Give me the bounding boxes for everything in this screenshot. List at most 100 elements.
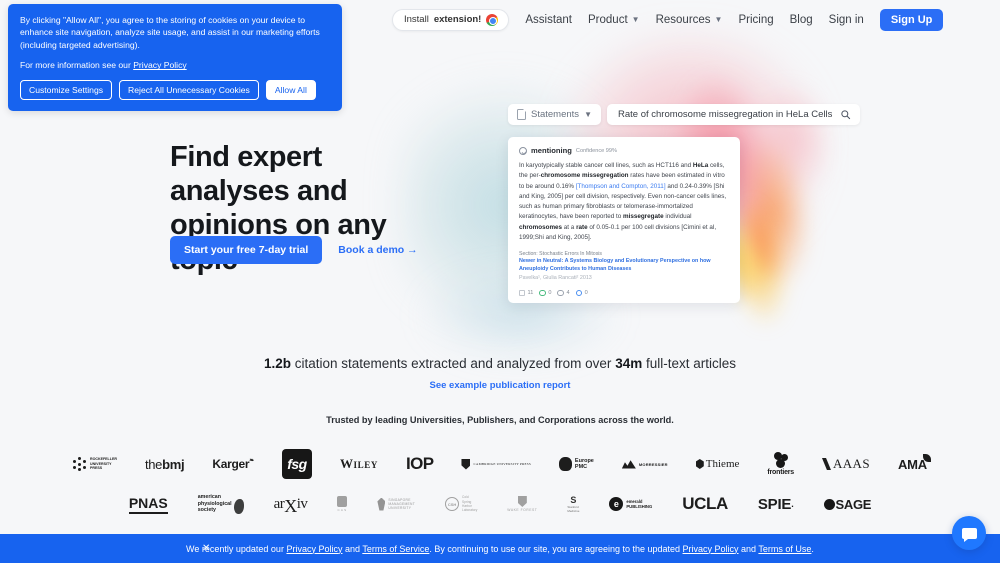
logo-text-post: iv xyxy=(296,495,308,512)
cshl-mark-icon: CSH xyxy=(445,497,460,511)
book-a-demo-link[interactable]: Book a demo → xyxy=(338,244,417,256)
statements-filter-label: Statements xyxy=(531,109,580,120)
product-search-row: Statements ▼ Rate of chromosome missegre… xyxy=(508,104,861,125)
start-free-trial-button[interactable]: Start your free 7-day trial xyxy=(170,236,323,264)
terms-of-use-link[interactable]: Terms of Use xyxy=(758,544,811,554)
logo-text: Cold Spring Harbor Laboratory xyxy=(462,495,478,513)
chat-glyph xyxy=(961,527,977,542)
logo-sage: SAGE xyxy=(823,497,871,512)
privacy-policy-link-1[interactable]: Privacy Policy xyxy=(286,544,342,554)
nav-item-product[interactable]: Product ▼ xyxy=(588,14,640,26)
nav-label: Blog xyxy=(789,13,813,26)
smu-mark-icon xyxy=(377,497,386,511)
statement-text: In karyotypically stable cancer cell lin… xyxy=(519,161,729,243)
logo-wiley: Wiley xyxy=(339,456,378,471)
morressier-mark-icon xyxy=(621,460,636,469)
logo-singapore-management-university: Singapore Management University xyxy=(377,497,416,511)
example-publication-report-link[interactable]: See example publication report xyxy=(0,380,1000,391)
terms-of-service-link[interactable]: Terms of Service xyxy=(362,544,429,554)
chevron-down-icon: ▼ xyxy=(714,14,723,24)
policy-part-2: and xyxy=(342,543,363,554)
logo-text: Singapore Management University xyxy=(388,497,416,511)
chat-bubble-icon[interactable] xyxy=(952,516,986,550)
stat-mid-text: citation statements extracted and analyz… xyxy=(291,356,616,371)
statement-result-card: mentioning Confidence 99% In karyotypica… xyxy=(508,137,740,303)
statement-text-fragment: at a xyxy=(562,223,577,231)
statement-text-fragment: HeLa xyxy=(692,162,709,169)
statement-badge-label: mentioning xyxy=(531,146,572,155)
statement-text-fragment: chromosome missegregation xyxy=(540,172,629,180)
europe-pmc-mark-icon xyxy=(558,457,572,471)
reject-cookies-button[interactable]: Reject All Unnecessary Cookies xyxy=(119,80,259,101)
nav-label: Sign in xyxy=(828,13,864,26)
logo-morressier: MORRESSIER xyxy=(621,460,668,469)
install-extension-button[interactable]: Install extension! xyxy=(392,8,510,31)
report-link-label: See example publication report xyxy=(429,380,571,391)
chevron-down-icon: ▼ xyxy=(584,109,592,119)
statement-text-fragment: missegregate xyxy=(622,213,664,221)
statement-paper-title[interactable]: Newer in Neutral: A Systems Biology and … xyxy=(519,258,729,274)
stat-value: 0 xyxy=(584,289,588,296)
cookie-consent-banner: By clicking "Allow All", you agree to th… xyxy=(8,4,342,112)
nav-label: Resources xyxy=(655,13,711,26)
logo-arxiv: ar Xiv xyxy=(273,494,308,516)
frontiers-mark-icon xyxy=(772,452,790,468)
cas-mark-icon xyxy=(337,495,348,507)
logo-text: frontiers xyxy=(767,469,794,476)
logo-american-physiological-society: american physiological society xyxy=(198,494,244,514)
close-icon[interactable]: ✕ xyxy=(202,543,210,554)
logo-emerald-publishing: e emerald PUBLISHING xyxy=(609,497,652,511)
nav-item-assistant[interactable]: Assistant xyxy=(525,14,572,26)
logo-wake-forest-university: Wake Forest xyxy=(507,496,537,512)
privacy-policy-link-2[interactable]: Privacy Policy xyxy=(683,544,739,554)
logo-text: Europe PMC xyxy=(574,457,594,470)
nav-item-signin[interactable]: Sign in xyxy=(829,14,864,26)
statement-stat: 0 xyxy=(539,289,552,297)
search-icon[interactable] xyxy=(840,109,851,120)
statement-text-fragment: chromosomes xyxy=(519,223,563,231)
nav-item-resources[interactable]: Resources ▼ xyxy=(656,14,723,26)
statement-section: Section: Stochastic Errors In Mitosis xyxy=(519,251,603,257)
cambridge-shield-icon xyxy=(461,458,471,470)
logo-stanford-medicine: S Stanford Medicine xyxy=(567,495,579,514)
logo-text: ar xyxy=(273,495,285,512)
logo-text: the xyxy=(144,456,163,472)
logo-pnas: PNAS xyxy=(128,495,168,514)
trusted-by-heading: Trusted by leading Universities, Publish… xyxy=(326,415,674,425)
statements-filter-dropdown[interactable]: Statements ▼ xyxy=(508,104,601,125)
logo-text: MORRESSIER xyxy=(638,461,668,467)
cookie-banner-actions: Customize Settings Reject All Unnecessar… xyxy=(20,80,330,101)
logo-europe-pmc: Europe PMC xyxy=(558,457,594,471)
stat-value: 0 xyxy=(548,289,552,296)
customize-settings-button[interactable]: Customize Settings xyxy=(20,80,113,101)
logo-text: Rockefeller University Press xyxy=(89,457,117,471)
logo-cambridge-university-press: Cambridge University Press xyxy=(461,458,531,470)
statement-text-fragment: rate xyxy=(576,223,588,231)
stat-citations-count: 1.2b xyxy=(264,356,292,371)
signup-button[interactable]: Sign Up xyxy=(879,8,944,31)
logo-text: AAAS xyxy=(832,456,870,471)
nav-item-pricing[interactable]: Pricing xyxy=(738,14,773,26)
extension-prefix: Install xyxy=(404,14,429,25)
logo-text: Thieme xyxy=(705,458,740,470)
citation-icon xyxy=(519,289,525,296)
statement-stat: 0 xyxy=(575,289,588,297)
logo-text-bold: bmj xyxy=(162,456,185,472)
navbar-links: Install extension! Assistant Product ▼ R… xyxy=(340,0,1000,39)
stat-value: 4 xyxy=(566,289,570,296)
nav-label: Product xyxy=(588,13,628,26)
partner-logos-row-1: Rockefeller University Press the bmj Karger… xyxy=(0,445,1000,483)
logo-iop-publishing: IOP xyxy=(405,454,434,473)
allow-all-button[interactable]: Allow All xyxy=(265,80,316,101)
nav-item-blog[interactable]: Blog xyxy=(790,14,813,26)
supporting-icon xyxy=(539,289,546,297)
product-search-input[interactable]: Rate of chromosome missegregation in HeL… xyxy=(606,104,861,125)
cookie-privacy-policy-link[interactable]: Privacy Policy xyxy=(133,60,186,70)
logo-rockefeller-university-press: Rockefeller University Press xyxy=(72,457,117,471)
statement-stat: 4 xyxy=(557,289,570,297)
stats-headline: 1.2b citation statements extracted and a… xyxy=(0,356,1000,371)
logo-text-x: X xyxy=(284,495,297,516)
aaas-mark-icon xyxy=(821,458,831,470)
statement-stat: 11 xyxy=(519,289,533,296)
logo-ucla: UCLA xyxy=(682,494,728,513)
